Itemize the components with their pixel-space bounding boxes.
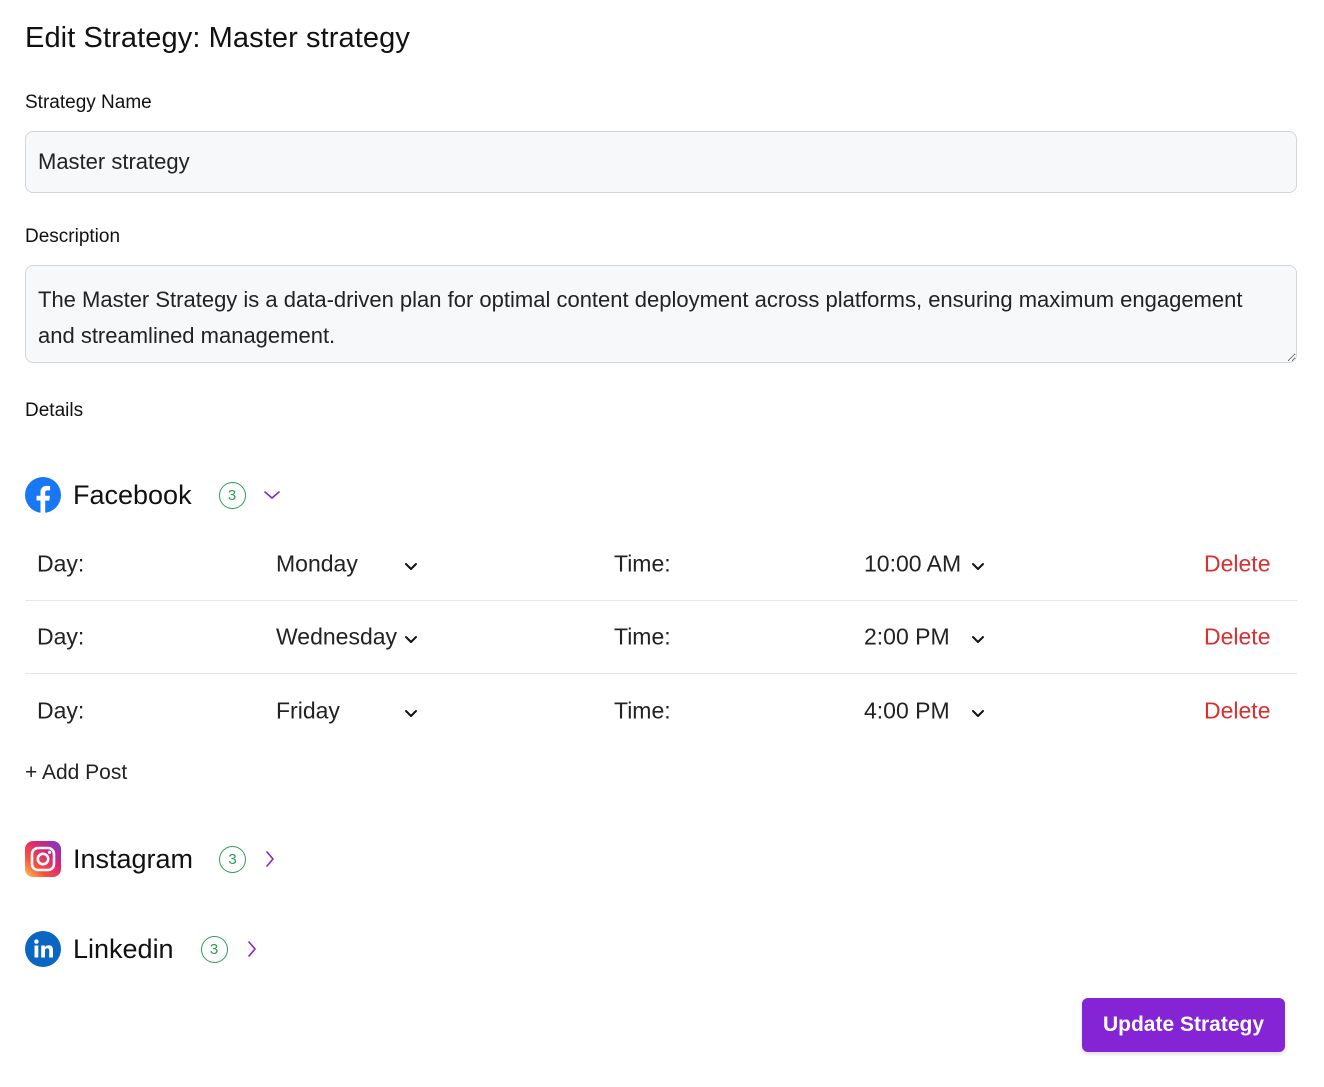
chevron-down-icon[interactable]	[404, 624, 418, 651]
day-label: Day:	[37, 623, 85, 650]
details-label: Details	[25, 400, 84, 421]
platform-linkedin: Linkedin 3	[25, 929, 258, 969]
strategy-name-label: Strategy Name	[25, 92, 152, 113]
chevron-down-icon[interactable]	[404, 551, 418, 578]
chevron-down-icon[interactable]	[971, 697, 985, 724]
description-label: Description	[25, 226, 121, 247]
strategy-name-input[interactable]	[25, 131, 1297, 193]
chevron-down-icon[interactable]	[404, 697, 418, 724]
time-select[interactable]: 2:00 PM	[864, 624, 950, 651]
update-strategy-button[interactable]: Update Strategy	[1082, 998, 1285, 1052]
day-label: Day:	[37, 550, 85, 577]
time-label: Time:	[614, 550, 671, 577]
post-row: Day: Wednesday Time: 2:00 PM Delete	[25, 601, 1297, 674]
platform-name: Linkedin	[73, 933, 174, 964]
platform-instagram: Instagram 3	[25, 839, 276, 879]
chevron-down-icon[interactable]	[971, 551, 985, 578]
chevron-right-icon	[247, 941, 256, 957]
collapse-toggle[interactable]	[263, 489, 281, 501]
time-select[interactable]: 4:00 PM	[864, 697, 950, 724]
platform-facebook: Facebook 3	[25, 475, 281, 515]
time-label: Time:	[614, 623, 671, 650]
page-title: Edit Strategy: Master strategy	[25, 22, 410, 54]
add-post-button[interactable]: + Add Post	[25, 761, 127, 785]
post-count-badge: 3	[219, 845, 247, 873]
instagram-icon	[25, 841, 61, 877]
description-textarea[interactable]	[25, 265, 1297, 363]
delete-button[interactable]: Delete	[1204, 551, 1270, 578]
expand-toggle[interactable]	[264, 850, 276, 868]
delete-button[interactable]: Delete	[1204, 697, 1270, 724]
platform-name: Instagram	[73, 843, 194, 874]
delete-button[interactable]: Delete	[1204, 624, 1270, 651]
time-label: Time:	[614, 697, 671, 723]
facebook-icon	[25, 477, 61, 513]
chevron-down-icon[interactable]	[971, 624, 985, 651]
expand-toggle[interactable]	[246, 940, 258, 958]
day-label: Day:	[37, 697, 85, 723]
post-row: Day: Friday Time: 4:00 PM Delete	[25, 674, 1297, 747]
linkedin-icon	[25, 931, 61, 967]
time-select[interactable]: 10:00 AM	[864, 551, 961, 578]
post-count-badge: 3	[218, 481, 246, 509]
chevron-down-icon	[263, 491, 280, 499]
post-count-badge: 3	[200, 935, 228, 963]
chevron-right-icon	[266, 851, 274, 867]
post-row: Day: Monday Time: 10:00 AM Delete	[25, 528, 1297, 601]
platform-name: Facebook	[73, 479, 192, 510]
